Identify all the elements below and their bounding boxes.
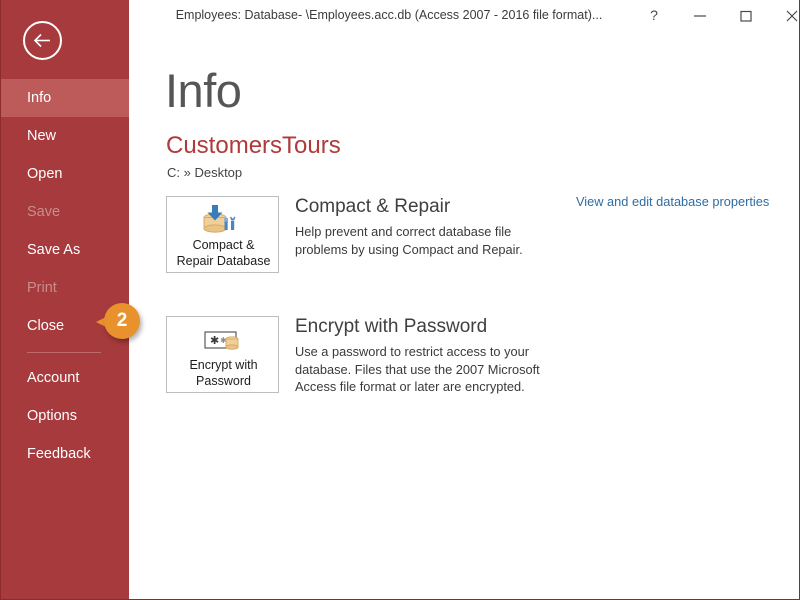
database-path: C: » Desktop	[167, 165, 242, 180]
sidebar-item-save: Save	[1, 193, 129, 231]
sidebar-item-new[interactable]: New	[1, 117, 129, 155]
sidebar-item-feedback[interactable]: Feedback	[1, 435, 129, 473]
encrypt-password-icon: ✱ ✱ ✱	[167, 324, 280, 356]
sidebar-item-print: Print	[1, 269, 129, 307]
callout-number: 2	[104, 303, 140, 339]
compact-repair-icon	[167, 204, 280, 236]
close-button[interactable]	[772, 0, 800, 30]
step-callout-2: 2	[96, 303, 140, 347]
encrypt-label-line2: Password	[167, 373, 280, 389]
sidebar-nav: Info New Open Save Save As Print Close A…	[1, 79, 129, 473]
help-button[interactable]: ?	[634, 0, 674, 30]
sidebar-item-account[interactable]: Account	[1, 359, 129, 397]
back-button[interactable]	[23, 21, 62, 60]
encrypt-with-password-button[interactable]: ✱ ✱ ✱ Encrypt with Password	[166, 316, 279, 393]
title-bar: Employees: Database- \Employees.acc.db (…	[129, 0, 799, 30]
database-name: CustomersTours	[166, 132, 341, 160]
compact-repair-label-line1: Compact &	[167, 237, 280, 253]
compact-repair-button-label: Compact & Repair Database	[167, 237, 280, 269]
minimize-button[interactable]	[680, 0, 720, 30]
compact-repair-database-button[interactable]: Compact & Repair Database	[166, 196, 279, 273]
encrypt-label-line1: Encrypt with	[167, 357, 280, 373]
encrypt-password-description: Use a password to restrict access to you…	[295, 343, 555, 396]
view-edit-database-properties-link[interactable]: View and edit database properties	[576, 194, 769, 209]
maximize-button[interactable]	[726, 0, 766, 30]
sidebar-item-save-as[interactable]: Save As	[1, 231, 129, 269]
encrypt-password-text: Encrypt with Password Use a password to …	[295, 316, 555, 396]
page-title: Info	[165, 63, 241, 118]
svg-text:✱: ✱	[210, 334, 219, 347]
compact-repair-heading: Compact & Repair	[295, 196, 555, 218]
compact-repair-label-line2: Repair Database	[167, 253, 280, 269]
sidebar-divider	[1, 345, 129, 359]
maximize-icon	[739, 9, 753, 23]
help-icon: ?	[650, 7, 658, 23]
minimize-icon	[693, 9, 707, 23]
backstage-content: Info CustomersTours C: » Desktop	[129, 30, 799, 598]
access-backstage-window: Employees: Database- \Employees.acc.db (…	[0, 0, 800, 600]
compact-repair-text: Compact & Repair Help prevent and correc…	[295, 196, 555, 258]
encrypt-password-heading: Encrypt with Password	[295, 316, 555, 338]
sidebar-item-info[interactable]: Info	[1, 79, 129, 117]
sidebar-item-options[interactable]: Options	[1, 397, 129, 435]
compact-repair-description: Help prevent and correct database file p…	[295, 223, 555, 258]
sidebar-item-open[interactable]: Open	[1, 155, 129, 193]
backstage-sidebar: Info New Open Save Save As Print Close A…	[1, 0, 129, 600]
encrypt-password-button-label: Encrypt with Password	[167, 357, 280, 389]
arrow-left-icon	[32, 30, 53, 51]
close-icon	[785, 9, 799, 23]
window-title: Employees: Database- \Employees.acc.db (…	[129, 0, 649, 30]
